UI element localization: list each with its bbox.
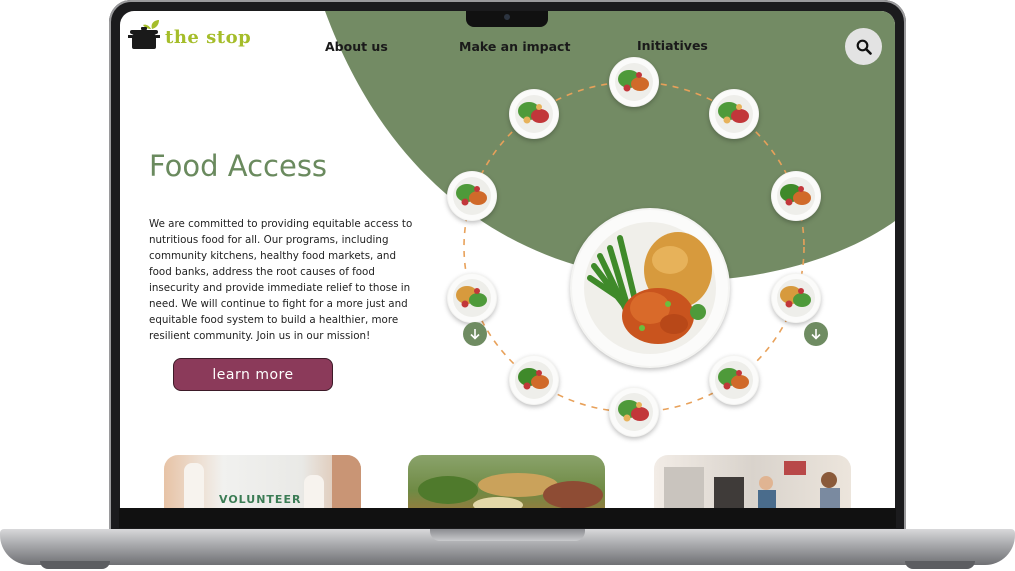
arrow-down-icon: [811, 329, 821, 340]
produce-photo: [418, 473, 603, 508]
laptop-foot: [40, 561, 110, 569]
volunteer-card[interactable]: VOLUNTEER: [164, 455, 361, 508]
carousel-next-button[interactable]: [804, 322, 828, 346]
dish-thumbnail[interactable]: [770, 171, 821, 221]
laptop-foot: [905, 561, 975, 569]
produce-card[interactable]: [408, 455, 605, 508]
volunteer-caption: VOLUNTEER: [219, 493, 302, 506]
featured-dish-image: [570, 208, 730, 368]
dish-thumbnail[interactable]: [609, 387, 659, 437]
dish-thumbnail[interactable]: [509, 88, 560, 139]
dish-thumbnail[interactable]: [770, 272, 821, 323]
carousel-prev-button[interactable]: [463, 322, 487, 346]
dish-thumbnail[interactable]: [447, 272, 498, 323]
laptop-trackpad-notch: [430, 529, 585, 541]
dish-carousel-ring: [463, 81, 805, 413]
laptop-chin: [119, 508, 896, 528]
kitchen-photo: [664, 461, 840, 508]
dish-thumbnail[interactable]: [447, 171, 498, 221]
kitchen-card[interactable]: [654, 455, 851, 508]
arrow-down-icon: [470, 329, 480, 340]
dish-thumbnail[interactable]: [708, 88, 759, 139]
dish-thumbnail[interactable]: [609, 57, 659, 107]
camera-icon: [504, 14, 510, 20]
website-screen: the stop About us Make an impact Initiat…: [120, 11, 895, 508]
